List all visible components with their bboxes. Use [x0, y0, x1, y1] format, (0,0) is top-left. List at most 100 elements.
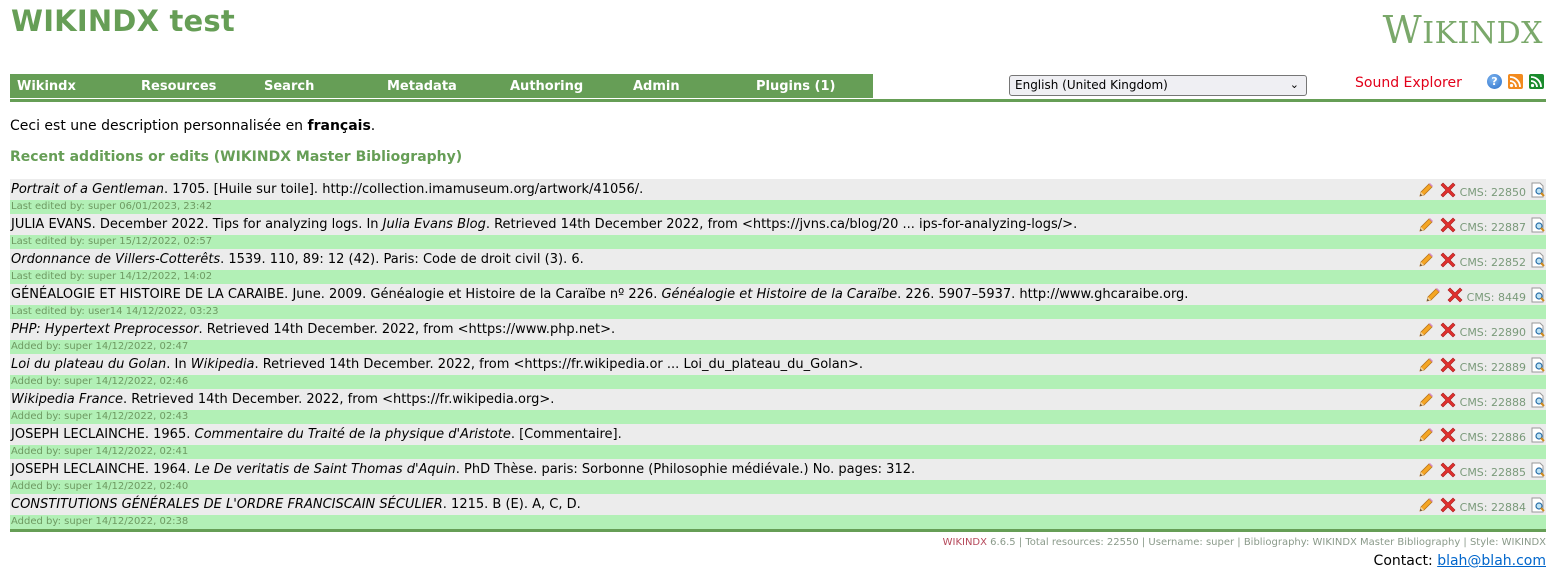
description-bold: français — [307, 118, 371, 134]
nav-item-admin[interactable]: Admin — [633, 79, 680, 94]
pencil-edit-icon[interactable] — [1418, 497, 1434, 513]
citation-title: PHP: Hypertext Preprocessor — [11, 322, 199, 337]
cms-id: CMS: 22886 — [1459, 431, 1526, 444]
resource-edit-info: Added by: super 14/12/2022, 02:40 — [10, 480, 1546, 494]
resource-citation[interactable]: PHP: Hypertext Preprocessor. Retrieved 1… — [11, 322, 615, 337]
resource-actions: CMS: 22890 — [1418, 319, 1546, 340]
pencil-edit-icon[interactable] — [1425, 287, 1441, 303]
citation-text: JOSEPH LECLAINCHE. 1965. — [11, 427, 195, 442]
view-resource-icon[interactable] — [1530, 497, 1546, 513]
citation-text: . 226. 5907–5937. http://www.ghcaraibe.o… — [897, 287, 1189, 302]
resource-item: PHP: Hypertext Preprocessor. Retrieved 1… — [10, 319, 1546, 354]
citation-text: . 1705. [Huile sur toile]. http://collec… — [164, 182, 644, 197]
pencil-edit-icon[interactable] — [1418, 182, 1434, 198]
nav-item-plugins[interactable]: Plugins (1) — [756, 79, 835, 94]
resource-citation[interactable]: CONSTITUTIONS GÉNÉRALES DE L'ORDRE FRANC… — [11, 497, 581, 512]
resource-citation[interactable]: JOSEPH LECLAINCHE. 1964. Le De veritatis… — [11, 462, 915, 477]
view-resource-icon[interactable] — [1530, 217, 1546, 233]
view-resource-icon[interactable] — [1530, 392, 1546, 408]
cms-id: CMS: 22888 — [1459, 396, 1526, 409]
resource-edit-info: Last edited by: user14 14/12/2022, 03:23 — [10, 305, 1546, 319]
language-select[interactable]: English (United Kingdom) ⌄ — [1009, 75, 1307, 96]
view-resource-icon[interactable] — [1530, 427, 1546, 443]
resource-item: Wikipedia France. Retrieved 14th Decembe… — [10, 389, 1546, 424]
description-suffix: . — [370, 118, 376, 134]
citation-title: Portrait of a Gentleman — [11, 182, 165, 197]
resource-citation[interactable]: JOSEPH LECLAINCHE. 1965. Commentaire du … — [11, 427, 622, 442]
language-select-value: English (United Kingdom) — [1015, 78, 1168, 92]
delete-x-icon[interactable] — [1440, 322, 1456, 338]
sound-explorer-link[interactable]: Sound Explorer — [1355, 75, 1462, 91]
cms-id: CMS: 22850 — [1459, 186, 1526, 199]
nav-item-metadata[interactable]: Metadata — [387, 79, 457, 94]
footer-divider — [10, 529, 1546, 532]
citation-text: GÉNÉALOGIE ET HISTOIRE DE LA CARAIBE. Ju… — [11, 287, 662, 302]
resource-citation[interactable]: JULIA EVANS. December 2022. Tips for ana… — [11, 217, 1077, 232]
citation-title: Julia Evans Blog — [382, 217, 486, 232]
pencil-edit-icon[interactable] — [1418, 462, 1434, 478]
cms-id: CMS: 22885 — [1459, 466, 1526, 479]
description-text: Ceci est une description personnalisée e… — [10, 118, 308, 134]
resource-citation[interactable]: Loi du plateau du Golan. In Wikipedia. R… — [11, 357, 863, 372]
resource-item: JOSEPH LECLAINCHE. 1965. Commentaire du … — [10, 424, 1546, 459]
citation-text: . 1539. 110, 89: 12 (42). Paris: Code de… — [220, 252, 584, 267]
nav-item-resources[interactable]: Resources — [141, 79, 216, 94]
citation-text: . Retrieved 14th December. 2022, from <h… — [123, 392, 555, 407]
view-resource-icon[interactable] — [1530, 322, 1546, 338]
pencil-edit-icon[interactable] — [1418, 217, 1434, 233]
resource-citation[interactable]: GÉNÉALOGIE ET HISTOIRE DE LA CARAIBE. Ju… — [11, 287, 1188, 302]
resource-actions: CMS: 22852 — [1418, 249, 1546, 270]
resource-edit-info: Added by: super 14/12/2022, 02:43 — [10, 410, 1546, 424]
footer-brand[interactable]: WIKINDX — [943, 537, 987, 548]
nav-item-wikindx[interactable]: Wikindx — [17, 79, 76, 94]
view-resource-icon[interactable] — [1530, 182, 1546, 198]
cms-id: CMS: 22889 — [1459, 361, 1526, 374]
resource-actions: CMS: 22888 — [1418, 389, 1546, 410]
citation-title: Ordonnance de Villers-Cotterêts — [11, 252, 221, 267]
pencil-edit-icon[interactable] — [1418, 252, 1434, 268]
delete-x-icon[interactable] — [1440, 182, 1456, 198]
delete-x-icon[interactable] — [1440, 392, 1456, 408]
resource-actions: CMS: 22884 — [1418, 494, 1546, 515]
cms-id: CMS: 22887 — [1459, 221, 1526, 234]
delete-x-icon[interactable] — [1447, 287, 1463, 303]
citation-title: Généalogie et Histoire de la Caraïbe — [661, 287, 898, 302]
resource-actions: CMS: 22886 — [1418, 424, 1546, 445]
delete-x-icon[interactable] — [1440, 252, 1456, 268]
help-icon[interactable]: ? — [1487, 74, 1502, 89]
resource-item: CONSTITUTIONS GÉNÉRALES DE L'ORDRE FRANC… — [10, 494, 1546, 529]
view-resource-icon[interactable] — [1530, 462, 1546, 478]
rss-alt-icon[interactable] — [1529, 74, 1544, 89]
header-divider — [10, 99, 1546, 102]
delete-x-icon[interactable] — [1440, 497, 1456, 513]
citation-text: . 1215. B (E). A, C, D. — [442, 497, 581, 512]
resource-item: JULIA EVANS. December 2022. Tips for ana… — [10, 214, 1546, 249]
pencil-edit-icon[interactable] — [1418, 427, 1434, 443]
view-resource-icon[interactable] — [1530, 287, 1546, 303]
nav-item-authoring[interactable]: Authoring — [510, 79, 583, 94]
resource-citation[interactable]: Portrait of a Gentleman. 1705. [Huile su… — [11, 182, 643, 197]
view-resource-icon[interactable] — [1530, 252, 1546, 268]
pencil-edit-icon[interactable] — [1418, 357, 1434, 373]
wikindx-logo[interactable]: WIKINDX — [1383, 8, 1543, 52]
pencil-edit-icon[interactable] — [1418, 392, 1434, 408]
site-title: WIKINDX test — [11, 4, 235, 38]
contact-email-link[interactable]: blah@blah.com — [1437, 553, 1546, 569]
nav-item-search[interactable]: Search — [264, 79, 314, 94]
resource-item: Portrait of a Gentleman. 1705. [Huile su… — [10, 179, 1546, 214]
delete-x-icon[interactable] — [1440, 462, 1456, 478]
citation-title: Loi du plateau du Golan — [11, 357, 167, 372]
delete-x-icon[interactable] — [1440, 427, 1456, 443]
resource-citation[interactable]: Wikipedia France. Retrieved 14th Decembe… — [11, 392, 554, 407]
resource-citation[interactable]: Ordonnance de Villers-Cotterêts. 1539. 1… — [11, 252, 584, 267]
resource-citation-row: JOSEPH LECLAINCHE. 1965. Commentaire du … — [10, 424, 1546, 445]
resource-citation-row: JULIA EVANS. December 2022. Tips for ana… — [10, 214, 1546, 235]
pencil-edit-icon[interactable] — [1418, 322, 1434, 338]
delete-x-icon[interactable] — [1440, 357, 1456, 373]
resource-edit-info: Added by: super 14/12/2022, 02:47 — [10, 340, 1546, 354]
view-resource-icon[interactable] — [1530, 357, 1546, 373]
delete-x-icon[interactable] — [1440, 217, 1456, 233]
resource-item: JOSEPH LECLAINCHE. 1964. Le De veritatis… — [10, 459, 1546, 494]
rss-icon[interactable] — [1508, 74, 1523, 89]
footer-info: WIKINDX 6.6.5 | Total resources: 22550 |… — [943, 537, 1546, 548]
